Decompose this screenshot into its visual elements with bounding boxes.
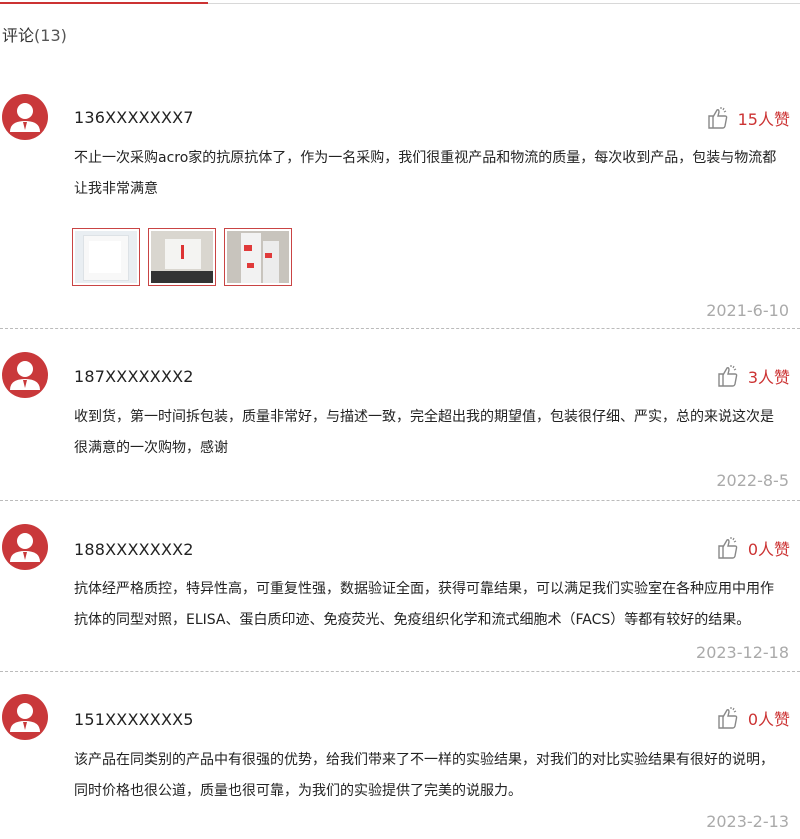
comment-text: 抗体经严格质控，特异性高，可重复性强，数据验证全面，获得可靠结果，可以满足我们实… xyxy=(74,581,774,628)
comment-date: 2023-2-13 xyxy=(706,812,789,831)
comment-divider xyxy=(0,500,800,501)
user-avatar-icon xyxy=(2,524,48,570)
comments-count: (13) xyxy=(34,26,67,45)
like-count: 15人赞 xyxy=(737,110,790,129)
comment-text: 该产品在同类别的产品中有很强的优势，给我们带来了不一样的实验结果，对我们的对比实… xyxy=(74,752,774,799)
white-box-photo[interactable] xyxy=(72,228,140,286)
user-avatar-icon xyxy=(2,94,48,140)
comment-date: 2021-6-10 xyxy=(706,301,789,320)
thumbs-up-icon xyxy=(718,707,738,729)
user-avatar-icon xyxy=(2,694,48,740)
active-tab-underline xyxy=(0,2,208,4)
comment-photos xyxy=(72,228,292,286)
like-count: 3人赞 xyxy=(747,368,790,387)
thumbs-up-icon xyxy=(707,107,727,129)
comment-text: 收到货，第一时间拆包装，质量非常好，与描述一致，完全超出我的期望值，包装很仔细、… xyxy=(74,409,774,456)
thumbs-up-icon xyxy=(718,537,738,559)
like-button[interactable]: 3人赞 xyxy=(716,364,790,388)
like-button[interactable]: 15人赞 xyxy=(706,106,790,130)
like-count: 0人赞 xyxy=(747,710,790,729)
user-avatar-icon xyxy=(2,352,48,398)
comment-username: 136XXXXXXX7 xyxy=(74,108,194,127)
comment-divider xyxy=(0,671,800,672)
comments-title: 评论 xyxy=(2,26,35,45)
like-count: 0人赞 xyxy=(747,540,790,559)
comment-username: 151XXXXXXX5 xyxy=(74,710,194,729)
comment-date: 2022-8-5 xyxy=(716,471,789,490)
lab-tubes-photo[interactable] xyxy=(224,228,292,286)
thumbs-up-icon xyxy=(718,365,738,387)
like-button[interactable]: 0人赞 xyxy=(716,706,790,730)
comment-username: 187XXXXXXX2 xyxy=(74,367,194,386)
like-button[interactable]: 0人赞 xyxy=(716,536,790,560)
package-box-photo[interactable] xyxy=(148,228,216,286)
comments-header: 评论(13) xyxy=(2,22,67,46)
comment-username: 188XXXXXXX2 xyxy=(74,540,194,559)
comment-date: 2023-12-18 xyxy=(696,643,789,662)
comment-text: 不止一次采购acro家的抗原抗体了，作为一名采购，我们很重视产品和物流的质量，每… xyxy=(74,150,777,197)
comment-divider xyxy=(0,328,800,329)
